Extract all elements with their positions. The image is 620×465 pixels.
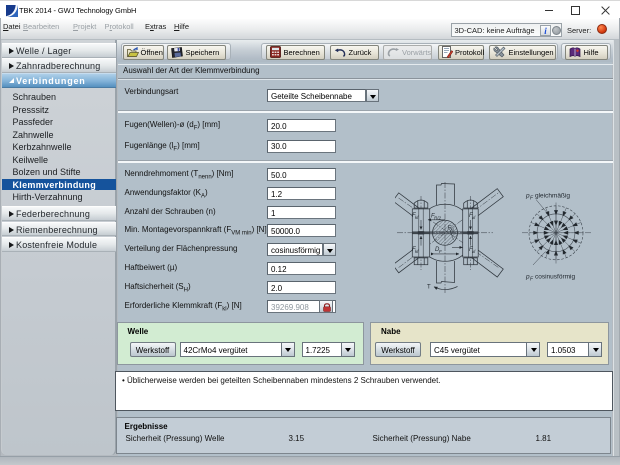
svg-text:T: T bbox=[427, 285, 431, 291]
svg-text:cosinusförmig: cosinusförmig bbox=[535, 274, 575, 281]
svg-text:gleichmäßig: gleichmäßig bbox=[535, 193, 570, 200]
svg-text:F: F bbox=[439, 249, 442, 254]
svg-text:F: F bbox=[530, 277, 534, 283]
svg-text:R/2: R/2 bbox=[434, 216, 442, 221]
svg-text:F: F bbox=[530, 196, 534, 202]
